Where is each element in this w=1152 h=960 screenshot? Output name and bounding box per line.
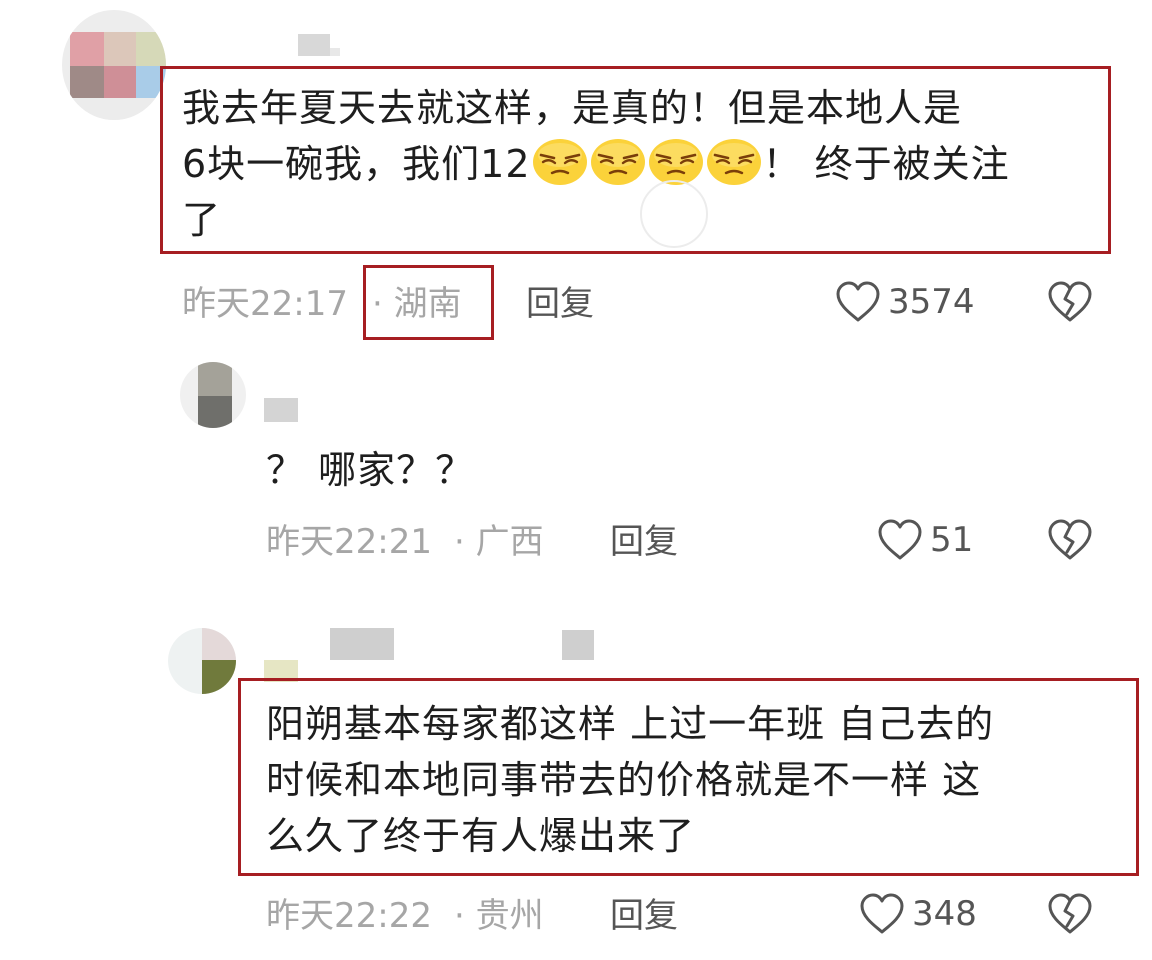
broken-heart-icon — [1048, 893, 1092, 934]
comment-text: 阳朔基本每家都这样 上过一年班 自己去的 时候和本地同事带去的价格就是不一样 这… — [266, 702, 995, 858]
username[interactable] — [330, 628, 394, 660]
like-button[interactable]: 3574 — [834, 280, 975, 324]
username[interactable] — [298, 34, 330, 56]
heart-outline-icon — [836, 281, 880, 322]
reply-button[interactable]: 回复 — [610, 522, 678, 562]
username[interactable] — [264, 398, 298, 422]
reply-button[interactable]: 回复 — [526, 284, 594, 324]
broken-heart-icon — [1048, 281, 1092, 322]
avatar[interactable] — [180, 362, 246, 428]
like-count: 3574 — [888, 282, 975, 322]
heart-outline-icon — [878, 519, 922, 560]
reply-button[interactable]: 回复 — [610, 896, 678, 936]
comment-time: 昨天22:22 — [266, 896, 432, 936]
like-count: 348 — [912, 894, 977, 934]
comment-text: ？ 哪家？？ — [266, 448, 475, 492]
avatar[interactable] — [168, 628, 236, 694]
like-count: 51 — [930, 520, 974, 560]
dislike-button[interactable] — [1046, 280, 1094, 328]
heart-outline-icon — [860, 893, 904, 934]
comment-location: · 贵州 — [454, 896, 544, 936]
comment-text: 我去年夏天去就这样，是真的！但是本地人是 6块一碗我，我们12！ 终于被关注 了 — [182, 86, 1010, 242]
dislike-button[interactable] — [1046, 892, 1094, 940]
comment-location: · 广西 — [454, 522, 544, 562]
comment-time: 昨天22:17 — [182, 284, 348, 324]
broken-heart-icon — [1048, 519, 1092, 560]
smirk-emoji — [706, 139, 761, 185]
location-highlight-box — [363, 265, 494, 340]
dislike-button[interactable] — [1046, 518, 1094, 566]
smirk-emoji — [590, 139, 645, 185]
comment-time: 昨天22:21 — [266, 522, 432, 562]
watermark — [640, 180, 708, 248]
like-button[interactable]: 348 — [858, 892, 977, 936]
smirk-emoji — [532, 139, 587, 185]
like-button[interactable]: 51 — [876, 518, 973, 562]
avatar[interactable] — [62, 10, 166, 120]
